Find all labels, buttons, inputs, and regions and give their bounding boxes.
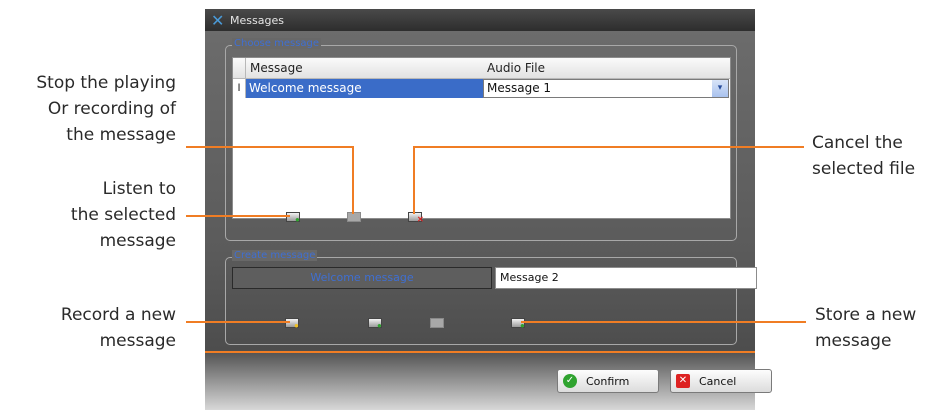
stop-icon[interactable]	[347, 210, 363, 222]
callout-record: Record a new message	[0, 302, 176, 354]
play-badge: ●	[377, 321, 382, 330]
callout-record-line1: Record a new	[60, 305, 176, 325]
footer-divider	[205, 351, 755, 353]
callout-listen-line1: Listen to	[102, 179, 176, 199]
callout-cancel-line2: selected file	[812, 159, 916, 179]
callout-stop: Stop the playing Or recording of the mes…	[0, 70, 176, 148]
confirm-button[interactable]: ✓ Confirm	[557, 369, 659, 393]
cancel-badge: ✕	[417, 215, 424, 224]
record-badge: ●	[294, 321, 299, 330]
cell-message[interactable]: Welcome message	[246, 79, 485, 98]
callout-stop-line1: Stop the playing	[36, 73, 176, 93]
message-name-input[interactable]: Message 2	[495, 267, 757, 289]
indicator-header	[233, 58, 246, 78]
audio-file-select[interactable]: Message 1 ▾	[483, 79, 729, 98]
callout-listen: Listen to the selected message	[0, 176, 176, 254]
play-icon[interactable]: ●	[368, 316, 384, 330]
store-badge: ●	[520, 321, 525, 330]
x-logo-icon: ✕	[211, 11, 225, 30]
stop-icon-body	[430, 318, 444, 328]
row-indicator: I	[233, 79, 246, 98]
cancel-label: Cancel	[699, 375, 737, 388]
check-icon: ✓	[563, 374, 577, 388]
audio-file-value: Message 1	[487, 81, 552, 95]
leader-cancel-v	[413, 146, 415, 214]
title-bar: ✕ Messages	[205, 9, 755, 31]
callout-listen-line2: the selected	[70, 205, 176, 225]
callout-store: Store a new message	[815, 302, 941, 354]
callout-store-line1: Store a new	[815, 305, 917, 325]
chevron-down-icon[interactable]: ▾	[712, 80, 728, 97]
column-header-message[interactable]: Message	[250, 61, 303, 75]
grid-header: Message Audio File	[233, 58, 730, 79]
stop-icon[interactable]	[430, 316, 446, 328]
choose-message-label: Choose message	[232, 38, 322, 49]
leader-stop-v	[352, 146, 354, 214]
cancel-button[interactable]: ✕ Cancel	[670, 369, 772, 393]
cancel-file-icon[interactable]: ✕	[408, 210, 424, 224]
callout-record-line2: message	[99, 331, 176, 351]
callout-cancel-file: Cancel the selected file	[812, 130, 942, 182]
leader-cancel-h	[415, 146, 804, 148]
leader-store-h	[521, 321, 806, 323]
column-header-audio-file[interactable]: Audio File	[487, 61, 545, 75]
message-grid[interactable]: Message Audio File I Welcome message Mes…	[232, 57, 731, 219]
leader-stop-h	[186, 146, 354, 148]
stop-icon-body	[347, 212, 361, 222]
cancel-x-icon: ✕	[676, 374, 690, 388]
callout-store-line2: message	[815, 331, 892, 351]
callout-cancel-line1: Cancel the	[812, 133, 903, 153]
message-name-display: Welcome message	[232, 267, 492, 289]
create-message-label: Create message	[232, 250, 318, 261]
callout-listen-line3: message	[99, 231, 176, 251]
confirm-label: Confirm	[586, 375, 630, 388]
callout-stop-line3: the message	[66, 125, 176, 145]
leader-record-h	[186, 321, 290, 323]
leader-listen-h	[186, 215, 290, 217]
window-title: Messages	[230, 14, 284, 27]
messages-dialog: ✕ Messages Choose message Message Audio …	[205, 9, 772, 410]
callout-stop-line2: Or recording of	[47, 99, 176, 119]
play-badge: ●	[295, 215, 300, 224]
